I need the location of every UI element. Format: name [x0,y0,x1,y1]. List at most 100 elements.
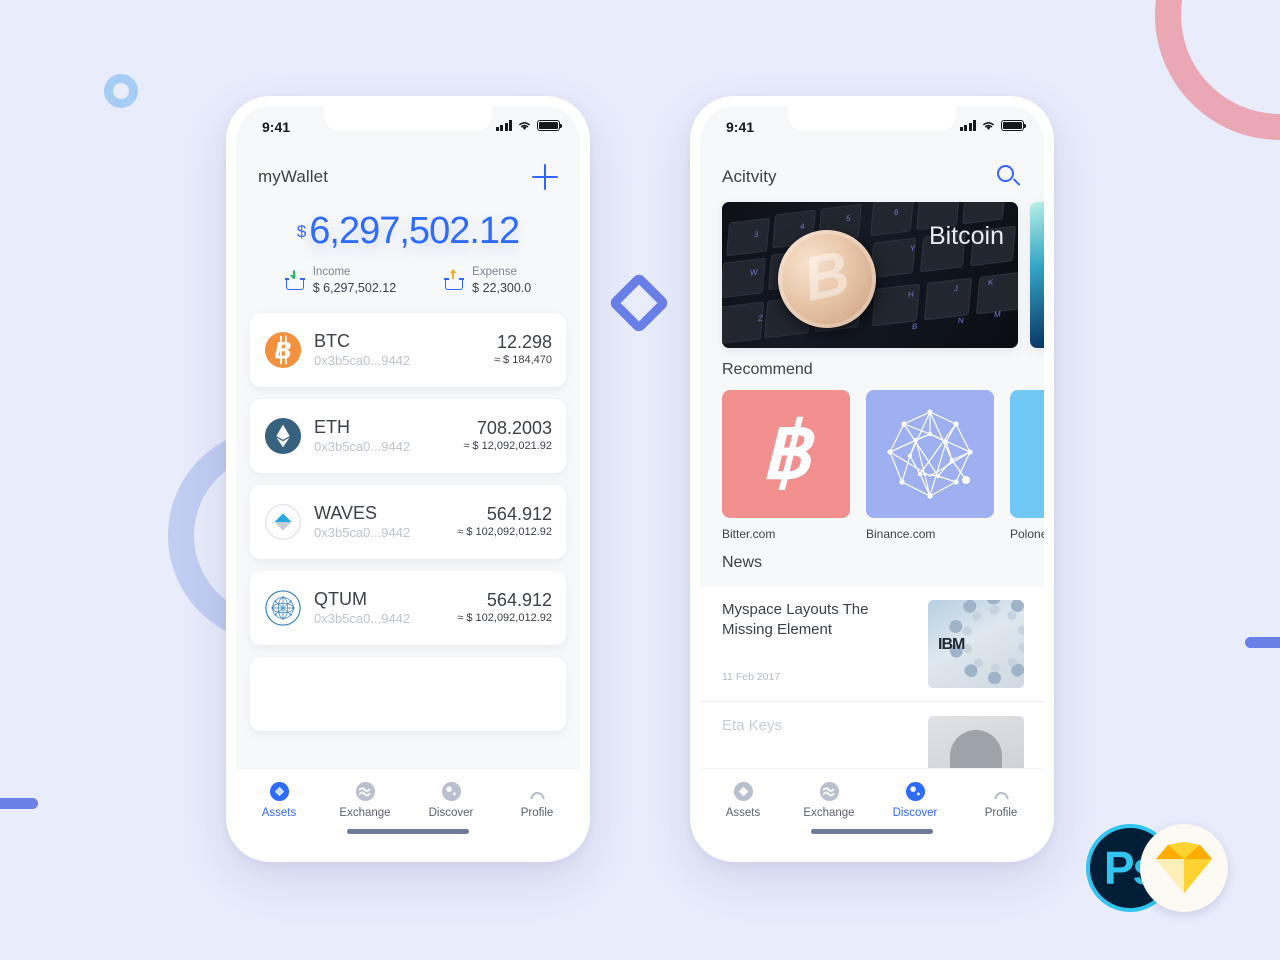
wifi-icon [519,122,530,130]
left-bar-decoration [0,798,38,809]
poloniex-logo [1010,390,1044,518]
tab-label: Profile [984,807,1018,819]
asset-address: 0x3b5ca0...9442 [314,438,411,454]
signal-icon [495,120,512,131]
tab-assets[interactable]: Assets [236,779,322,819]
tab-discover[interactable]: Discover [872,779,958,819]
expense-summary: Expense $ 22,300.0 [444,265,531,297]
wifi-icon [983,122,994,130]
bitcoin-icon: B [264,331,302,369]
profile-icon [958,779,1044,803]
list-item[interactable]: ฿ Bitter.com [722,390,850,541]
exchange-name: Bitter.com [722,527,776,541]
asset-usd-value: ≈ $ 184,470 [493,354,552,367]
small-ring-decoration [104,74,138,108]
tab-assets[interactable]: Assets [700,779,786,819]
income-value: $ 6,297,502.12 [312,281,397,296]
ethereum-icon [264,417,302,455]
home-indicator[interactable] [811,829,933,834]
income-label: Income [312,265,351,278]
notch [324,106,492,131]
tab-bar: Assets Exchange Discover Profile [236,768,580,852]
tab-exchange[interactable]: Exchange [322,779,408,819]
banner-carousel[interactable]: 3 4 5 6 W E Y H J K Z X B N M [700,198,1044,348]
list-item[interactable]: Binance.com [866,390,994,541]
balance-block: $ 6,297,502.12 [236,198,580,256]
notch [788,106,956,131]
network-logo [866,390,994,518]
expense-value: $ 22,300.0 [472,281,532,296]
asset-address: 0x3b5ca0...9442 [314,352,411,368]
expense-icon [444,268,464,291]
list-item[interactable]: Myspace Layouts The Missing Element 11 F… [700,586,1044,702]
asset-symbol: ETH [314,417,350,438]
assets-icon [236,779,322,803]
ibm-thumb: IBM [928,600,1024,688]
section-title-news: News [722,554,763,571]
news-title: Eta Keys [722,717,783,734]
asset-address: 0x3b5ca0...9442 [314,524,411,540]
sketch-badge [1140,824,1228,912]
asset-amount: 708.2003 [476,417,552,438]
table-row[interactable]: ETH 0x3b5ca0...9442 708.2003 ≈ $ 12,092,… [250,398,566,473]
status-icons [959,120,1027,131]
signal-icon [959,120,976,131]
discover-icon [872,779,958,803]
screen-activity: 9:41 Acitvity 3 4 5 6 W Y H J K Z B N M … [700,106,1044,852]
asset-amount: 564.912 [486,589,552,610]
table-row-partial[interactable] [250,656,566,731]
wallet-header: myWallet [236,150,580,198]
waves-icon [264,503,302,541]
asset-usd-value: ≈ $ 102,092,012.92 [457,612,552,625]
bitcoin-logo: ฿ [722,390,850,518]
expense-label: Expense [472,265,517,278]
assets-icon [700,779,786,803]
income-icon [284,269,305,291]
bitcoin-keyboard-banner[interactable]: 3 4 5 6 W E Y H J K Z X B N M [722,202,1018,348]
table-row[interactable]: QTUM 0x3b5ca0...9442 564.912 ≈ $ 102,092… [250,570,566,645]
tab-discover[interactable]: Discover [408,779,494,819]
tab-exchange[interactable]: Exchange [786,779,872,819]
list-item[interactable]: Polone [1010,390,1044,541]
table-row[interactable]: B BTC 0x3b5ca0...9442 12.298 ≈ $ 184,470 [250,312,566,387]
asset-amount: 12.298 [496,331,552,352]
add-wallet-button[interactable] [532,164,558,190]
income-expense-row: Income $ 6,297,502.12 Expense $ 22,300.0 [236,256,580,313]
page-title: myWallet [258,167,329,186]
tab-label: Assets [261,807,297,819]
recommend-carousel[interactable]: ฿ Bitter.com Binance.com Polone [700,390,1044,541]
search-icon[interactable] [996,164,1022,190]
status-icons [495,120,563,131]
income-summary: Income $ 6,297,502.12 [284,265,397,297]
phone-mockup-activity: 9:41 Acitvity 3 4 5 6 W Y H J K Z B N M … [690,96,1054,862]
tab-label: Exchange [339,807,391,819]
tab-bar: Assets Exchange Discover Profile [700,768,1044,852]
asset-symbol: QTUM [314,589,367,610]
asset-usd-value: ≈ $ 102,092,012.92 [457,526,552,539]
status-time: 9:41 [262,119,291,135]
tab-label: Discover [892,807,938,819]
tab-profile[interactable]: Profile [494,779,580,819]
tab-label: Exchange [803,807,855,819]
tab-profile[interactable]: Profile [958,779,1044,819]
asset-list: B BTC 0x3b5ca0...9442 12.298 ≈ $ 184,470 [236,312,580,731]
right-bar-decoration [1245,637,1280,648]
canvas: 9:41 myWallet $ 6,297,502.12 Income $ 6,… [0,0,1280,960]
table-row[interactable]: WAVES 0x3b5ca0...9442 564.912 ≈ $ 102,09… [250,484,566,559]
status-bar: 9:41 [700,106,1044,150]
tab-label: Assets [725,807,761,819]
page-title: Acitvity [722,167,777,186]
exchange-name: Binance.com [866,527,936,541]
profile-icon [494,779,580,803]
asset-symbol: WAVES [314,503,378,524]
asset-symbol: BTC [314,331,350,352]
battery-icon [537,120,563,131]
news-date: 11 Feb 2017 [722,670,781,683]
home-indicator[interactable] [347,829,469,834]
phone-mockup-wallet: 9:41 myWallet $ 6,297,502.12 Income $ 6,… [226,96,590,862]
balance-currency: $ [296,222,307,241]
diamond-decoration [607,271,671,335]
teal-banner[interactable] [1030,202,1044,348]
asset-usd-value: ≈ $ 12,092,021.92 [463,440,552,453]
tab-label: Profile [520,807,554,819]
